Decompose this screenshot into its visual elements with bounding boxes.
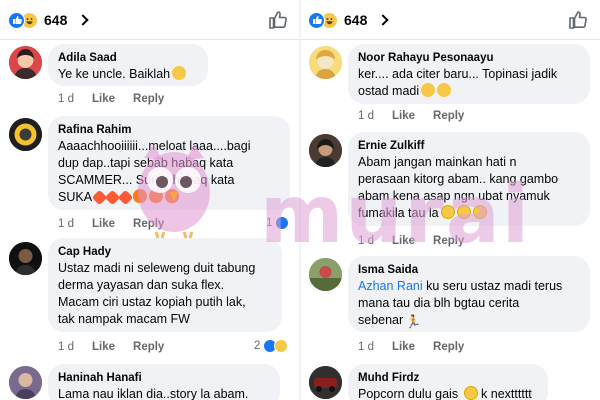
reply-link[interactable]: Reply bbox=[433, 341, 464, 353]
comment-text-tail: k nextttttt bbox=[481, 387, 532, 400]
avatar[interactable] bbox=[9, 366, 42, 399]
commenter-name[interactable]: Isma Saida bbox=[358, 262, 578, 278]
commenter-name[interactable]: Ernie Zulkiff bbox=[358, 138, 578, 154]
like-link[interactable]: Like bbox=[92, 218, 115, 230]
comment-reaction-count: 2 bbox=[254, 340, 261, 352]
fire-emoji-icon bbox=[133, 189, 148, 203]
avatar[interactable] bbox=[309, 46, 342, 79]
comment-text: Ustaz madi ni seleweng duit tabung derma… bbox=[58, 261, 256, 326]
reply-link[interactable]: Reply bbox=[433, 110, 464, 122]
commenter-name[interactable]: Adila Saad bbox=[58, 50, 196, 66]
chevron-right-icon[interactable] bbox=[77, 14, 90, 26]
comment-time[interactable]: 1 d bbox=[358, 110, 392, 122]
fire-emoji-icon bbox=[165, 189, 180, 203]
reaction-count: 648 bbox=[44, 12, 68, 28]
comment-time[interactable]: 1 d bbox=[58, 218, 92, 230]
comment-text: Ye ke uncle. Baiklah bbox=[58, 67, 171, 81]
avatar[interactable] bbox=[9, 46, 42, 79]
reactions-bar: 648 bbox=[300, 0, 600, 40]
comment-bubble: Noor Rahayu Pesonaayu ker.... ada citer … bbox=[348, 44, 590, 104]
avatar[interactable] bbox=[309, 366, 342, 399]
like-link[interactable]: Like bbox=[392, 235, 415, 247]
running-person-emoji-icon: 🏃 bbox=[405, 314, 422, 329]
comment-text: ker.... ada citer baru... Topinasi jadik… bbox=[358, 67, 558, 98]
smile-emoji-icon bbox=[172, 66, 187, 80]
like-reaction-icon bbox=[275, 216, 290, 230]
like-link[interactable]: Like bbox=[392, 110, 415, 122]
comment-actions: 1 d Like Reply bbox=[358, 341, 482, 353]
comment-bubble: Rafina Rahim Aaaachhooiiiiii...meloat la… bbox=[48, 116, 290, 210]
comment-reactions[interactable]: 2 bbox=[254, 339, 289, 353]
comment-text: Lama nau iklan dia..story la abam. bbox=[58, 387, 249, 400]
comment-reactions[interactable]: 1 bbox=[266, 216, 290, 230]
reaction-count: 648 bbox=[344, 12, 368, 28]
commenter-name[interactable]: Cap Hady bbox=[58, 244, 270, 260]
comment-bubble: Cap Hady Ustaz madi ni seleweng duit tab… bbox=[48, 238, 282, 332]
comment-time[interactable]: 1 d bbox=[358, 341, 392, 353]
thumbs-up-icon[interactable] bbox=[568, 10, 588, 30]
avatar[interactable] bbox=[309, 258, 342, 291]
comment-actions: 1 d Like Reply bbox=[58, 218, 182, 230]
chevron-right-icon[interactable] bbox=[377, 14, 390, 26]
reactions-summary[interactable]: 648 bbox=[8, 10, 90, 30]
comment-time[interactable]: 1 d bbox=[58, 341, 92, 353]
avatar[interactable] bbox=[9, 242, 42, 275]
wow-reaction-icon bbox=[274, 339, 289, 353]
comment-text: Popcorn dulu gais bbox=[358, 387, 459, 400]
reactions-summary[interactable]: 648 bbox=[308, 10, 390, 30]
reply-link[interactable]: Reply bbox=[433, 235, 464, 247]
reply-link[interactable]: Reply bbox=[133, 93, 164, 105]
comment-actions: 1 d Like Reply bbox=[358, 235, 482, 247]
reply-link[interactable]: Reply bbox=[133, 218, 164, 230]
commenter-name[interactable]: Muhd Firdz bbox=[358, 370, 536, 386]
like-link[interactable]: Like bbox=[92, 341, 115, 353]
comment-bubble: Muhd Firdz Popcorn dulu gais k nextttttt bbox=[348, 364, 548, 400]
thumbs-up-icon[interactable] bbox=[268, 10, 288, 30]
commenter-name[interactable]: Haninah Hanafi bbox=[58, 370, 268, 386]
mentioned-user-link[interactable]: Azhan Rani bbox=[358, 279, 423, 293]
grin-emoji-icon bbox=[421, 83, 436, 97]
comment-actions: 1 d Like Reply bbox=[58, 341, 182, 353]
avatar[interactable] bbox=[9, 118, 42, 151]
comment-bubble: Haninah Hanafi Lama nau iklan dia..story… bbox=[48, 364, 280, 400]
comment-reaction-count: 1 bbox=[266, 217, 273, 229]
comment-bubble: Ernie Zulkiff Abam jangan mainkan hati n… bbox=[348, 132, 590, 226]
reactions-bar: 648 bbox=[0, 0, 300, 40]
like-reaction-icon bbox=[308, 11, 325, 29]
commenter-name[interactable]: Rafina Rahim bbox=[58, 122, 278, 138]
rolling-laugh-emoji-icon bbox=[463, 386, 478, 400]
right-comment-panel: 648 Noor Rahayu Pesonaayu ker.... ada ci… bbox=[300, 0, 600, 400]
commenter-name[interactable]: Noor Rahayu Pesonaayu bbox=[358, 50, 578, 66]
left-comment-panel: 648 Adila Saad Ye ke uncle. Baiklah 1 d … bbox=[0, 0, 300, 400]
rolling-laugh-emoji-icon bbox=[440, 205, 455, 219]
like-reaction-icon bbox=[8, 11, 25, 29]
like-link[interactable]: Like bbox=[92, 93, 115, 105]
comment-time[interactable]: 1 d bbox=[58, 93, 92, 105]
avatar[interactable] bbox=[309, 134, 342, 167]
comment-actions: 1 d Like Reply bbox=[58, 93, 182, 105]
comment-time[interactable]: 1 d bbox=[358, 235, 392, 247]
comment-bubble: Adila Saad Ye ke uncle. Baiklah bbox=[48, 44, 208, 86]
collision-emoji-icon bbox=[117, 189, 134, 206]
reply-link[interactable]: Reply bbox=[133, 341, 164, 353]
comment-actions: 1 d Like Reply bbox=[358, 110, 482, 122]
rolling-laugh-emoji-icon bbox=[456, 205, 471, 219]
like-link[interactable]: Like bbox=[392, 341, 415, 353]
fire-emoji-icon bbox=[149, 189, 164, 203]
grin-emoji-icon bbox=[437, 83, 452, 97]
comment-bubble: Isma Saida Azhan Rani ku seru ustaz madi… bbox=[348, 256, 590, 332]
rolling-laugh-emoji-icon bbox=[472, 205, 487, 219]
